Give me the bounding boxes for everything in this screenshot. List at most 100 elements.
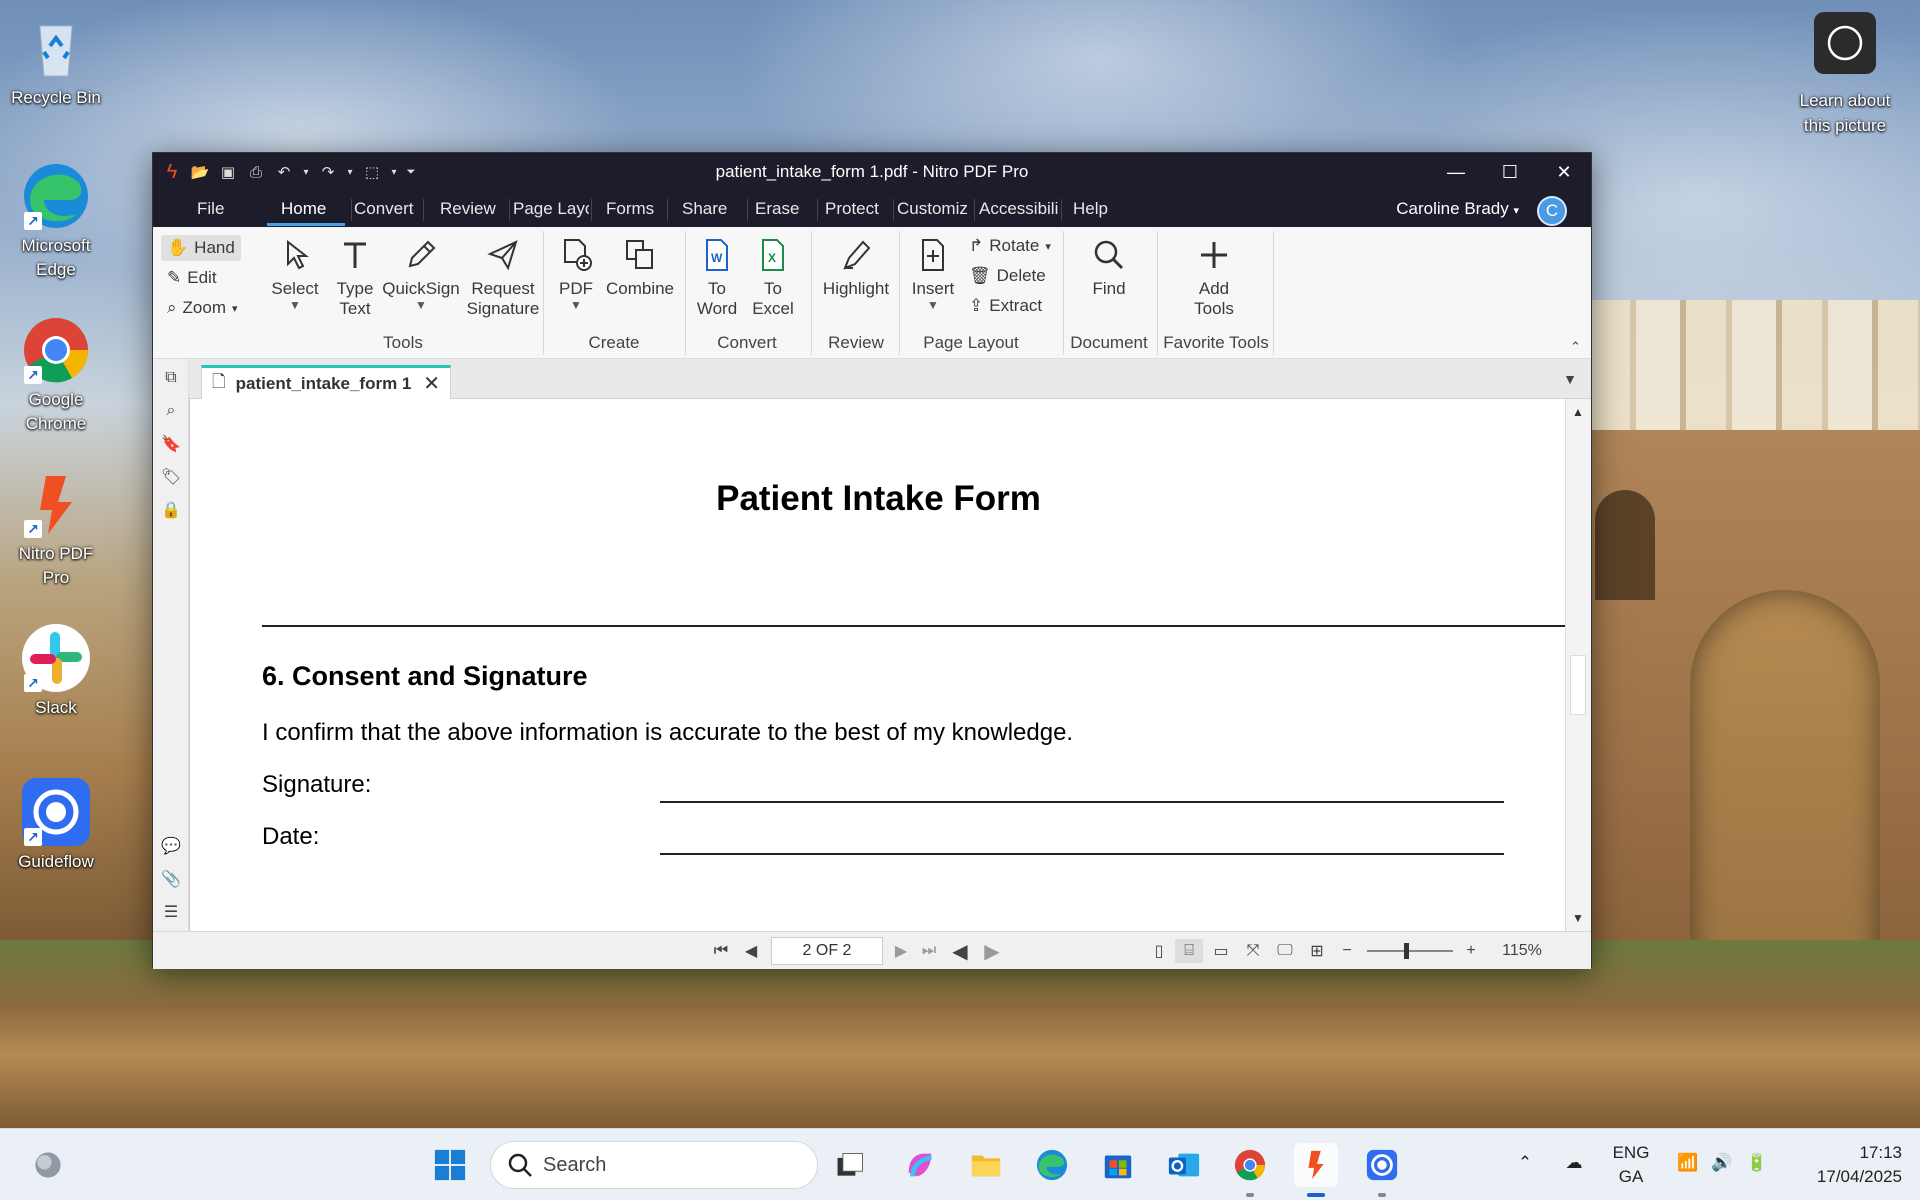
pages-panel-icon[interactable]: ⧉	[160, 367, 182, 389]
combine-icon	[622, 237, 658, 273]
tab-protect[interactable]: Protect	[825, 199, 879, 219]
desktop-icon-edge[interactable]: ↗ Microsoft Edge	[6, 160, 106, 282]
document-tab[interactable]: 🗋 patient_intake_form 1 ✕	[201, 365, 451, 399]
scroll-up-icon[interactable]: ▲	[1572, 405, 1584, 419]
first-page-icon[interactable]: ⏮	[707, 939, 735, 963]
previous-page-icon[interactable]: ◀	[737, 939, 765, 963]
scroll-down-icon[interactable]: ▼	[1572, 911, 1584, 925]
desktop-icon-nitro[interactable]: ↗ Nitro PDF Pro	[6, 468, 106, 590]
tab-review[interactable]: Review	[440, 199, 496, 219]
maximize-button[interactable]: ☐	[1483, 153, 1537, 191]
find-button[interactable]: Find	[1069, 237, 1149, 299]
language-indicator[interactable]: ENG GA	[1604, 1141, 1658, 1189]
hand-tool-button[interactable]: ✋ Hand	[161, 235, 241, 261]
tab-erase[interactable]: Erase	[755, 199, 799, 219]
combine-button[interactable]: Combine	[603, 237, 677, 299]
tab-forms[interactable]: Forms	[606, 199, 654, 219]
zoom-slider[interactable]	[1367, 950, 1453, 952]
onedrive-icon[interactable]: ☁	[1560, 1151, 1588, 1175]
outlook-button[interactable]	[1162, 1143, 1206, 1187]
user-menu[interactable]: Caroline Brady ▾	[1396, 199, 1519, 219]
vertical-scrollbar[interactable]: ▲ ▼	[1565, 399, 1591, 931]
copilot-button[interactable]	[898, 1143, 942, 1187]
desktop-icon-slack[interactable]: ↗ Slack	[6, 622, 106, 720]
zoom-tool-button[interactable]: ⌕ Zoom ▾	[167, 295, 238, 321]
clock[interactable]: 17:13 17/04/2025	[1792, 1141, 1902, 1189]
tab-help[interactable]: Help	[1073, 199, 1108, 219]
zoom-slider-thumb[interactable]	[1403, 943, 1409, 959]
file-explorer-button[interactable]	[964, 1143, 1008, 1187]
task-view-icon	[837, 1153, 863, 1176]
taskbar-search[interactable]: Search	[490, 1141, 818, 1189]
wifi-icon[interactable]: 📶	[1676, 1151, 1700, 1175]
close-button[interactable]: ✕	[1537, 153, 1591, 191]
nitro-taskbar-button[interactable]	[1294, 1143, 1338, 1187]
to-word-button[interactable]: W To Word	[691, 237, 743, 319]
single-page-view-icon[interactable]: ▯	[1145, 939, 1173, 963]
add-tools-button[interactable]: Add Tools	[1173, 237, 1255, 319]
battery-icon[interactable]: 🔋	[1744, 1151, 1770, 1175]
collapse-ribbon-icon[interactable]: ⌃	[1570, 339, 1581, 355]
tab-customize[interactable]: Customiz	[897, 199, 973, 219]
minimize-button[interactable]: —	[1429, 153, 1483, 191]
type-text-button[interactable]: Type Text	[329, 237, 381, 319]
continuous-view-icon[interactable]: ⌸	[1175, 939, 1203, 963]
forward-view-icon[interactable]: ▶	[979, 939, 1005, 963]
tab-list-dropdown-icon[interactable]: ▼	[1563, 371, 1577, 387]
edge-taskbar-button[interactable]	[1030, 1143, 1074, 1187]
menu-separator	[667, 199, 668, 221]
last-page-icon[interactable]: ⏭	[915, 939, 943, 963]
tab-home[interactable]: Home	[281, 199, 326, 219]
scroll-thumb[interactable]	[1570, 655, 1586, 715]
chrome-taskbar-button[interactable]	[1228, 1143, 1272, 1187]
select-button[interactable]: Select ▼	[265, 237, 325, 311]
to-excel-button[interactable]: X To Excel	[747, 237, 799, 319]
zoom-out-icon[interactable]: −	[1335, 939, 1359, 963]
comments-panel-icon[interactable]: 💬	[160, 835, 182, 857]
rotate-button[interactable]: ↱ Rotate ▾	[969, 233, 1051, 259]
create-pdf-button[interactable]: PDF ▼	[551, 237, 601, 311]
back-view-icon[interactable]: ◀	[947, 939, 973, 963]
lock-panel-icon[interactable]: 🔒	[160, 499, 182, 521]
request-signature-button[interactable]: Request Signature	[461, 237, 545, 319]
store-button[interactable]	[1096, 1143, 1140, 1187]
facing-view-icon[interactable]: ▭	[1207, 939, 1235, 963]
desktop-icon-recycle-bin[interactable]: Recycle Bin	[6, 12, 106, 110]
guideflow-taskbar-button[interactable]	[1360, 1143, 1404, 1187]
delete-page-button[interactable]: 🗑 Delete	[969, 263, 1046, 289]
desktop-icon-guideflow[interactable]: ↗ Guideflow	[6, 776, 106, 874]
avatar[interactable]: C	[1537, 196, 1567, 226]
tab-page-layout[interactable]: Page Layc	[513, 199, 589, 219]
desktop-icon-chrome[interactable]: ↗ Google Chrome	[6, 314, 106, 436]
start-button[interactable]	[428, 1143, 472, 1187]
fields-panel-icon[interactable]: ☰	[160, 901, 182, 923]
zoom-level[interactable]: 115%	[1493, 939, 1551, 963]
volume-icon[interactable]: 🔊	[1710, 1151, 1734, 1175]
close-tab-icon[interactable]: ✕	[423, 371, 440, 396]
tab-convert[interactable]: Convert	[354, 199, 414, 219]
learn-about-picture[interactable]: Learn about this picture	[1790, 12, 1900, 138]
presentation-icon[interactable]: ⊞	[1303, 939, 1331, 963]
tab-file[interactable]: File	[197, 199, 224, 219]
quicksign-button[interactable]: QuickSign ▼	[379, 237, 463, 311]
widgets-button[interactable]	[26, 1143, 70, 1187]
search-panel-icon[interactable]: ⌕	[160, 400, 182, 422]
zoom-in-icon[interactable]: +	[1459, 939, 1483, 963]
bookmark-panel-icon[interactable]: 🔖	[160, 433, 182, 455]
next-page-icon[interactable]: ▶	[887, 939, 915, 963]
shortcut-arrow-icon: ↗	[24, 674, 42, 692]
fit-view-icon[interactable]: ⤧	[1239, 939, 1267, 963]
extract-page-button[interactable]: ⇪ Extract	[969, 293, 1042, 319]
tab-share[interactable]: Share	[682, 199, 727, 219]
full-screen-icon[interactable]: 🖵	[1271, 939, 1299, 963]
task-view-button[interactable]	[828, 1143, 872, 1187]
page-number-field[interactable]: 2 OF 2	[771, 937, 883, 965]
tag-panel-icon[interactable]: 🏷	[160, 466, 182, 488]
highlight-button[interactable]: Highlight	[817, 237, 895, 299]
document-viewer[interactable]: Patient Intake Form 6. Consent and Signa…	[189, 399, 1567, 931]
show-hidden-icons-icon[interactable]: ⌃	[1514, 1151, 1536, 1175]
tab-accessibility[interactable]: Accessibili	[979, 199, 1059, 219]
insert-page-button[interactable]: Insert ▼	[905, 237, 961, 311]
edit-tool-button[interactable]: ✎ Edit	[167, 265, 217, 291]
attachment-panel-icon[interactable]: 📎	[160, 868, 182, 890]
